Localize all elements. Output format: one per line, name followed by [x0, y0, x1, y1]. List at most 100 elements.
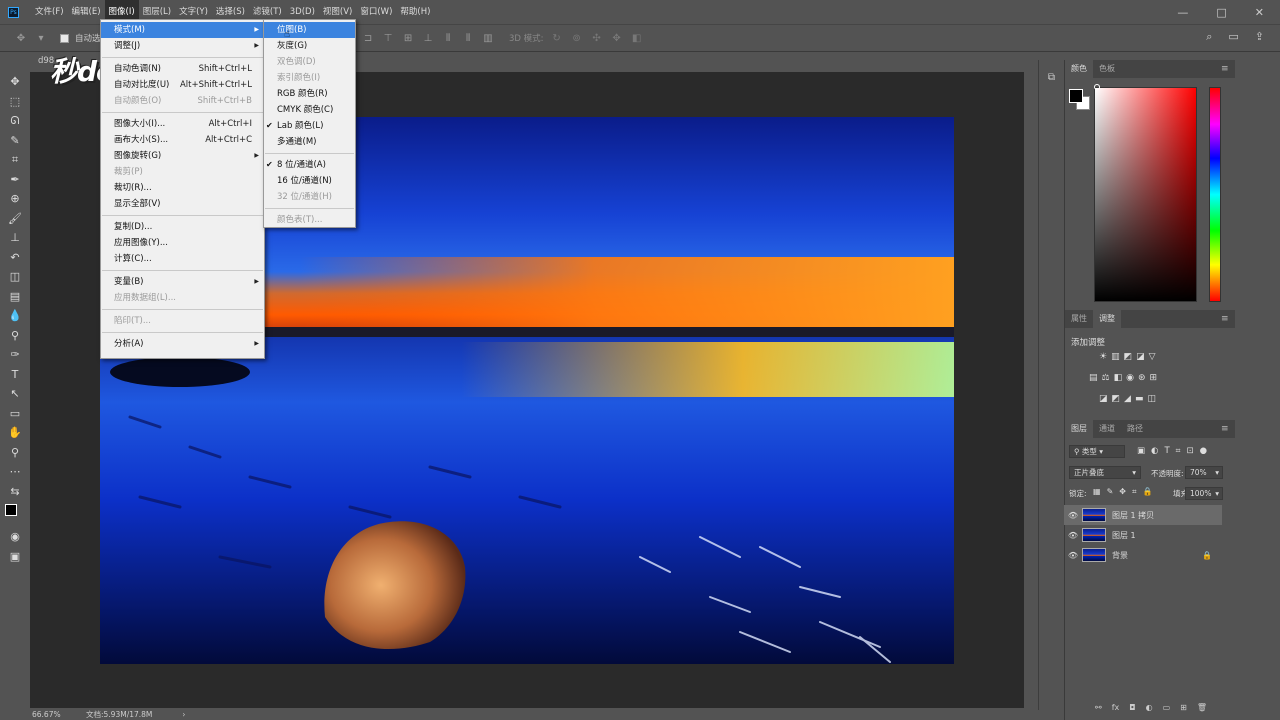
color-balance-icon[interactable]: ⚖	[1102, 373, 1110, 383]
visibility-eye-icon[interactable]: 👁	[1064, 511, 1082, 520]
rotate-3d-icon[interactable]: ↻	[550, 33, 564, 44]
minimize-icon[interactable]: —	[1177, 6, 1188, 19]
link-layers-icon[interactable]: ⚯	[1095, 703, 1102, 712]
lock-artboard-icon[interactable]: ⌗	[1132, 487, 1137, 497]
auto-align-icon[interactable]: ▥	[481, 33, 495, 44]
align-middle-icon[interactable]: ⊞	[401, 33, 415, 44]
new-layer-icon[interactable]: ⊞	[1180, 703, 1187, 712]
filter-toggle-icon[interactable]: ●	[1200, 446, 1207, 456]
status-menu-arrow-icon[interactable]: ›	[182, 710, 185, 719]
tab-adjustments[interactable]: 调整	[1093, 310, 1121, 328]
tab-channels[interactable]: 通道	[1093, 420, 1121, 438]
image-menu-item[interactable]: 图像大小(I)... Alt+Ctrl+I	[101, 116, 264, 132]
pan-3d-icon[interactable]: ✣	[590, 33, 604, 44]
share-icon[interactable]: ⇪	[1255, 30, 1264, 44]
mode-menu-item[interactable]: ✔ Lab 颜色(L)	[264, 118, 355, 134]
hand-tool-icon[interactable]: ✋	[0, 423, 30, 443]
layer-row[interactable]: 👁 背景 🔒	[1064, 545, 1222, 565]
lock-pixels-icon[interactable]: ✎	[1107, 487, 1114, 497]
exposure-icon[interactable]: ◪	[1136, 352, 1145, 362]
eyedropper-tool-icon[interactable]: ✒	[0, 170, 30, 190]
menu-item[interactable]: 帮助(H)	[396, 0, 434, 24]
add-mask-icon[interactable]: ◘	[1129, 703, 1135, 712]
gradient-map-icon[interactable]: ▬	[1135, 394, 1144, 404]
photoshop-logo-icon[interactable]: Ps	[8, 6, 19, 18]
pixel-filter-icon[interactable]: ▣	[1137, 446, 1145, 456]
image-menu-item[interactable]: 复制(D)...	[101, 219, 264, 235]
mode-menu-item[interactable]: CMYK 颜色(C)	[264, 102, 355, 118]
panel-menu-icon[interactable]: ≡	[1221, 64, 1280, 74]
mode-menu-item[interactable]: RGB 颜色(R)	[264, 86, 355, 102]
posterize-icon[interactable]: ◩	[1112, 394, 1121, 404]
image-menu-item[interactable]: 应用图像(Y)...	[101, 235, 264, 251]
mode-menu-item[interactable]: 16 位/通道(N)	[264, 173, 355, 189]
screen-mode-icon[interactable]: ▣	[0, 547, 30, 567]
invert-icon[interactable]: ◪	[1099, 394, 1108, 404]
quick-mask-icon[interactable]: ◉	[0, 527, 30, 547]
visibility-eye-icon[interactable]: 👁	[1064, 531, 1082, 540]
marquee-tool-icon[interactable]: ⬚	[0, 92, 30, 112]
levels-icon[interactable]: ▥	[1111, 352, 1120, 362]
blend-mode-select[interactable]: 正片叠底 ▾	[1069, 466, 1141, 479]
smart-object-filter-icon[interactable]: ⊡	[1186, 446, 1193, 456]
align-top-icon[interactable]: ⊤	[381, 33, 395, 44]
align-center-icon[interactable]: ⊐	[361, 33, 375, 44]
photo-filter-icon[interactable]: ◉	[1126, 373, 1134, 383]
tab-swatches[interactable]: 色板	[1093, 60, 1121, 78]
lasso-tool-icon[interactable]: ᘏ	[0, 111, 30, 131]
chevron-down-icon[interactable]: ▾	[34, 33, 48, 44]
more-tools-icon[interactable]: ⋯	[0, 462, 30, 482]
selective-color-icon[interactable]: ◫	[1147, 394, 1156, 404]
tab-layers[interactable]: 图层	[1065, 420, 1093, 438]
swap-colors-icon[interactable]: ⇆	[0, 482, 30, 502]
adjustment-filter-icon[interactable]: ◐	[1151, 446, 1158, 456]
image-menu-item[interactable]: 自动对比度(U) Alt+Shift+Ctrl+L	[101, 77, 264, 93]
image-menu-item[interactable]: 计算(C)...	[101, 251, 264, 267]
layer-row[interactable]: 👁 图层 1 拷贝	[1064, 505, 1222, 525]
image-menu-item[interactable]: 自动色调(N) Shift+Ctrl+L	[101, 61, 264, 77]
shape-tool-icon[interactable]: ▭	[0, 404, 30, 424]
color-picker-cursor[interactable]	[1094, 84, 1100, 90]
menu-item[interactable]: 编辑(E)	[68, 0, 105, 24]
brightness-icon[interactable]: ☀	[1099, 352, 1107, 362]
lock-all-icon[interactable]: 🔒	[1142, 487, 1152, 497]
menu-item[interactable]: 窗口(W)	[356, 0, 396, 24]
channel-mixer-icon[interactable]: ⊛	[1138, 373, 1146, 383]
search-icon[interactable]: ⌕	[1206, 30, 1212, 44]
color-swatches[interactable]	[0, 501, 30, 527]
zoom-level[interactable]: 66.67%	[30, 710, 86, 719]
layer-name[interactable]: 图层 1 拷贝	[1112, 510, 1154, 521]
healing-tool-icon[interactable]: ⊕	[0, 189, 30, 209]
stamp-tool-icon[interactable]: ⊥	[0, 228, 30, 248]
image-menu-item[interactable]: 裁切(R)...	[101, 180, 264, 196]
shape-filter-icon[interactable]: ⌗	[1176, 446, 1181, 456]
opacity-input[interactable]: 70% ▾	[1185, 466, 1223, 479]
color-picker-field[interactable]	[1094, 87, 1197, 302]
curves-icon[interactable]: ◩	[1124, 352, 1133, 362]
zoom-tool-icon[interactable]: ⚲	[0, 443, 30, 463]
tab-paths[interactable]: 路径	[1121, 420, 1149, 438]
camera-3d-icon[interactable]: ◧	[630, 33, 644, 44]
path-select-tool-icon[interactable]: ↖	[0, 384, 30, 404]
layer-row[interactable]: 👁 图层 1	[1064, 525, 1222, 545]
tab-color[interactable]: 颜色	[1065, 60, 1093, 78]
dodge-tool-icon[interactable]: ⚲	[0, 326, 30, 346]
history-panel-icon[interactable]: ⧉	[1039, 72, 1064, 83]
align-bottom-icon[interactable]: ⊥	[421, 33, 435, 44]
mode-menu-item[interactable]: 多通道(M)	[264, 134, 355, 150]
foreground-color-swatch[interactable]	[5, 504, 17, 516]
image-menu-item[interactable]: 显示全部(V)	[101, 196, 264, 212]
lock-transparent-icon[interactable]: ▦	[1093, 487, 1101, 497]
type-tool-icon[interactable]: T	[0, 365, 30, 385]
close-icon[interactable]: ✕	[1255, 6, 1264, 19]
image-menu-item[interactable]: 变量(B) ▶	[101, 274, 264, 290]
workspace-icon[interactable]: ▭	[1228, 30, 1238, 44]
brush-tool-icon[interactable]: 🖌	[0, 209, 30, 229]
layer-filter-select[interactable]: ⚲ 类型 ▾	[1069, 445, 1125, 458]
roll-3d-icon[interactable]: ⊚	[570, 33, 584, 44]
quick-select-tool-icon[interactable]: ✎	[0, 131, 30, 151]
threshold-icon[interactable]: ◢	[1124, 394, 1131, 404]
distribute-icon[interactable]: ⦀	[441, 33, 455, 44]
layer-name[interactable]: 背景	[1112, 550, 1128, 561]
type-filter-icon[interactable]: T	[1164, 446, 1169, 456]
